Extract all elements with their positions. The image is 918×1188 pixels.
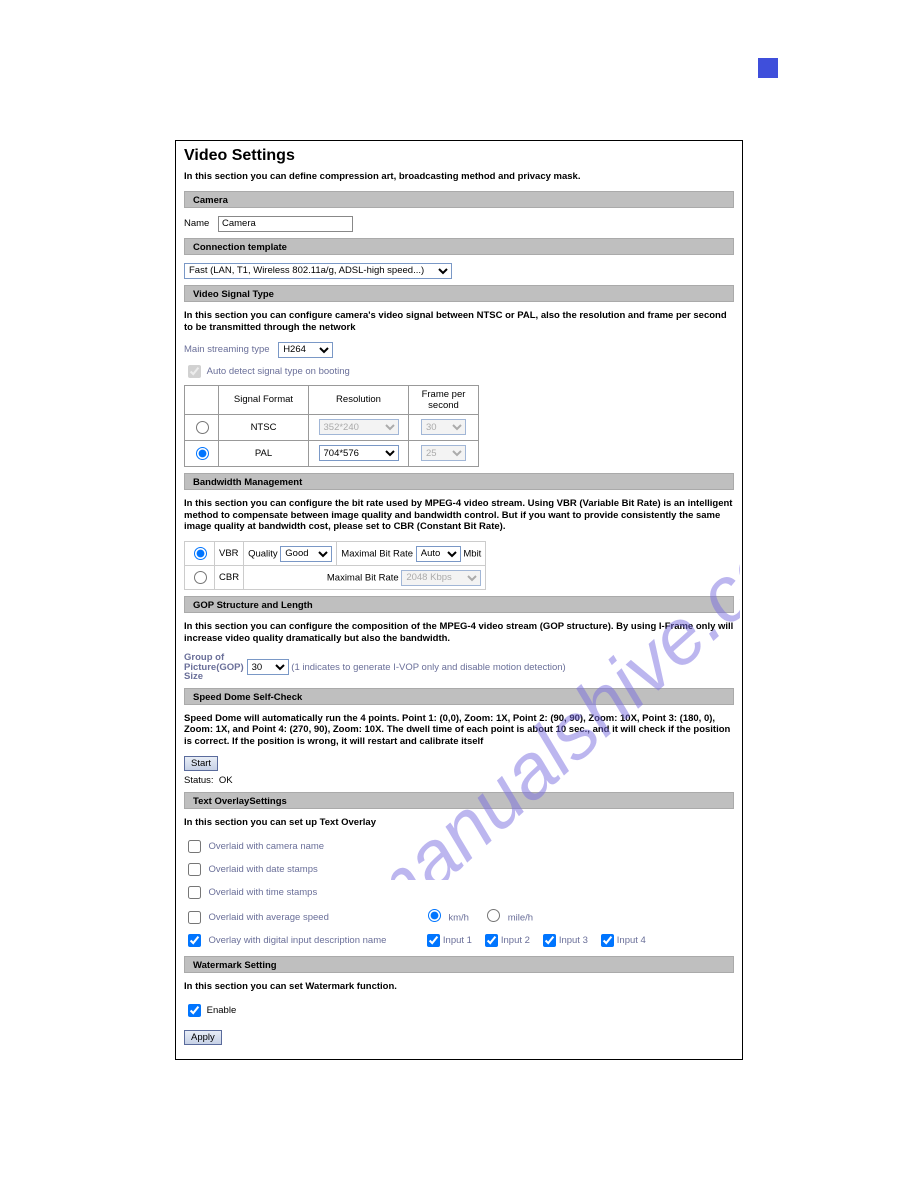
input4-label: Input 4 xyxy=(617,935,646,946)
gop-note: (1 indicates to generate I-VOP only and … xyxy=(291,662,565,673)
input3-checkbox[interactable] xyxy=(543,934,556,947)
section-speed-dome: Speed Dome Self-Check xyxy=(184,688,734,705)
camera-name-label: Name xyxy=(184,218,209,229)
pal-radio[interactable] xyxy=(196,447,209,460)
cbr-max-select: 2048 Kbps xyxy=(401,570,481,586)
vbr-label: VBR xyxy=(215,542,244,566)
watermark-enable-checkbox[interactable] xyxy=(188,1004,201,1017)
dome-desc: Speed Dome will automatically run the 4 … xyxy=(184,713,734,749)
th-res: Resolution xyxy=(309,385,409,414)
speed-mileh-label: mile/h xyxy=(508,912,533,923)
vbr-max-label: Maximal Bit Rate xyxy=(341,548,413,559)
apply-button[interactable]: Apply xyxy=(184,1030,222,1045)
speed-kmh-label: km/h xyxy=(448,912,469,923)
overlay-speed-checkbox[interactable] xyxy=(188,911,201,924)
overlay-camera-checkbox[interactable] xyxy=(188,840,201,853)
section-text-overlay: Text OverlaySettings xyxy=(184,792,734,809)
camera-name-input[interactable] xyxy=(218,216,353,232)
bw-table: VBR Quality Good Maximal Bit Rate Auto M… xyxy=(184,541,486,590)
video-settings-panel: Video Settings In this section you can d… xyxy=(175,140,743,1060)
pal-label: PAL xyxy=(219,440,309,466)
overlay-date-checkbox[interactable] xyxy=(188,863,201,876)
overlay-digital-checkbox[interactable] xyxy=(188,934,201,947)
connection-template-select[interactable]: Fast (LAN, T1, Wireless 802.11a/g, ADSL-… xyxy=(184,263,452,279)
ntsc-radio[interactable] xyxy=(196,421,209,434)
vbr-radio[interactable] xyxy=(194,547,207,560)
autodetect-label: Auto detect signal type on booting xyxy=(207,366,350,377)
bw-desc: In this section you can configure the bi… xyxy=(184,498,734,534)
pal-res-select[interactable]: 704*576 xyxy=(319,445,399,461)
watermark-enable-label: Enable xyxy=(207,1005,237,1016)
overlay-speed-label: Overlaid with average speed xyxy=(208,912,418,923)
input2-checkbox[interactable] xyxy=(485,934,498,947)
speed-mileh-radio[interactable] xyxy=(487,909,500,922)
wm-desc: In this section you can set Watermark fu… xyxy=(184,981,734,993)
th-fps: Frame per second xyxy=(409,385,479,414)
main-streaming-select[interactable]: H264 xyxy=(278,342,333,358)
gop-desc: In this section you can configure the co… xyxy=(184,621,734,645)
speed-kmh-radio[interactable] xyxy=(428,909,441,922)
page-title: Video Settings xyxy=(184,147,734,165)
autodetect-checkbox[interactable] xyxy=(188,365,201,378)
section-watermark: Watermark Setting xyxy=(184,956,734,973)
cbr-max-label: Maximal Bit Rate xyxy=(327,572,399,583)
status-value: OK xyxy=(219,775,233,786)
pal-fps-select: 25 xyxy=(421,445,466,461)
gop-select[interactable]: 30 xyxy=(247,659,289,675)
start-button[interactable]: Start xyxy=(184,756,218,771)
page-marker xyxy=(758,58,778,78)
th-format: Signal Format xyxy=(219,385,309,414)
section-camera: Camera xyxy=(184,191,734,208)
overlay-digital-label: Overlay with digital input description n… xyxy=(208,935,418,946)
section-bandwidth: Bandwidth Management xyxy=(184,473,734,490)
overlay-desc: In this section you can set up Text Over… xyxy=(184,817,734,829)
overlay-camera-label: Overlaid with camera name xyxy=(208,841,324,852)
cbr-label: CBR xyxy=(215,566,244,590)
overlay-time-checkbox[interactable] xyxy=(188,886,201,899)
input4-checkbox[interactable] xyxy=(601,934,614,947)
section-connection-template: Connection template xyxy=(184,238,734,255)
input3-label: Input 3 xyxy=(559,935,588,946)
status-label: Status: xyxy=(184,775,214,786)
vbr-max-select[interactable]: Auto xyxy=(416,546,461,562)
quality-label: Quality xyxy=(248,548,278,559)
overlay-date-label: Overlaid with date stamps xyxy=(208,864,317,875)
overlay-time-label: Overlaid with time stamps xyxy=(208,887,317,898)
ntsc-label: NTSC xyxy=(219,414,309,440)
ntsc-fps-select: 30 xyxy=(421,419,466,435)
signal-desc: In this section you can configure camera… xyxy=(184,310,734,334)
input1-label: Input 1 xyxy=(443,935,472,946)
ntsc-res-select: 352*240 xyxy=(319,419,399,435)
signal-table: Signal Format Resolution Frame per secon… xyxy=(184,385,479,467)
page-intro: In this section you can define compressi… xyxy=(184,171,734,183)
input2-label: Input 2 xyxy=(501,935,530,946)
vbr-max-unit: Mbit xyxy=(463,548,481,559)
section-video-signal: Video Signal Type xyxy=(184,285,734,302)
cbr-radio[interactable] xyxy=(194,571,207,584)
gop-label: Group of Picture(GOP) Size xyxy=(184,653,244,682)
main-streaming-label: Main streaming type xyxy=(184,344,270,355)
input1-checkbox[interactable] xyxy=(427,934,440,947)
section-gop: GOP Structure and Length xyxy=(184,596,734,613)
quality-select[interactable]: Good xyxy=(280,546,332,562)
